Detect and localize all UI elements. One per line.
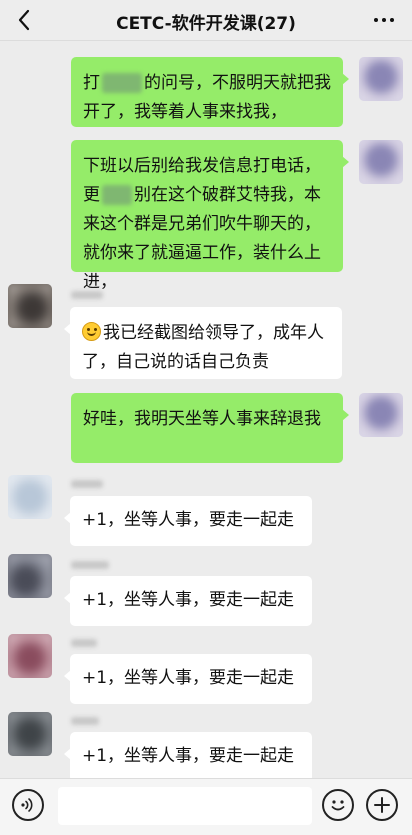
- avatar[interactable]: [8, 475, 52, 519]
- chat-header: CETC-软件开发课(27): [0, 0, 412, 41]
- avatar[interactable]: [359, 393, 403, 437]
- message-bubble-right[interactable]: 打的问号，不服明天就把我开了，我等着人事来找我，: [71, 57, 349, 127]
- sender-name: [71, 636, 111, 650]
- avatar[interactable]: [8, 554, 52, 598]
- message-bubble-right[interactable]: 下班以后别给我发信息打电话，更 别在这个破群艾特我，本来这个群是兄弟们吹牛聊天的，…: [71, 140, 349, 292]
- emoji-icon[interactable]: [322, 789, 354, 821]
- sender-name: [71, 714, 111, 728]
- sender-name: [71, 477, 111, 491]
- avatar[interactable]: [359, 140, 403, 184]
- back-chevron-icon[interactable]: [10, 6, 38, 34]
- sender-name: [71, 288, 111, 302]
- message-bubble-left[interactable]: +1，坐等人事，要走一起走: [64, 496, 312, 546]
- input-toolbar: [0, 778, 412, 835]
- sender-name: [71, 558, 111, 572]
- voice-icon[interactable]: [12, 789, 44, 821]
- message-bubble-left[interactable]: 我已经截图给领导了，成年人了，自己说的话自己负责: [64, 307, 342, 379]
- message-bubble-left[interactable]: +1，坐等人事，要走一起走: [64, 732, 312, 782]
- avatar[interactable]: [8, 284, 52, 328]
- avatar[interactable]: [8, 634, 52, 678]
- chat-title: CETC-软件开发课(27): [116, 14, 296, 34]
- message-bubble-right[interactable]: 好哇，我明天坐等人事来辞退我: [71, 393, 349, 463]
- avatar[interactable]: [359, 57, 403, 101]
- smile-emoji-icon: [82, 322, 101, 341]
- redacted-text: [102, 185, 132, 205]
- avatar[interactable]: [8, 712, 52, 756]
- plus-icon[interactable]: [366, 789, 398, 821]
- message-input[interactable]: [58, 787, 312, 825]
- message-bubble-left[interactable]: +1，坐等人事，要走一起走: [64, 576, 312, 626]
- message-bubble-left[interactable]: +1，坐等人事，要走一起走: [64, 654, 312, 704]
- more-dots-icon[interactable]: [368, 10, 400, 30]
- redacted-text: [102, 73, 142, 93]
